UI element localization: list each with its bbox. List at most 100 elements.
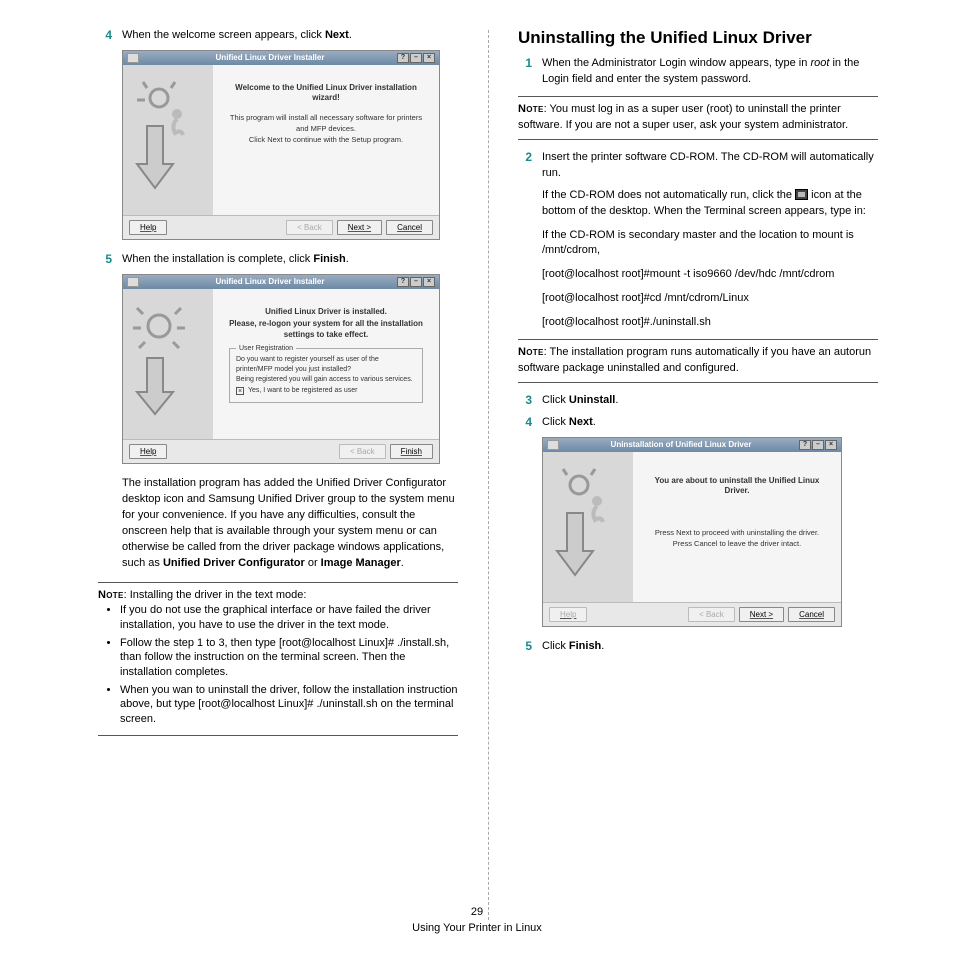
wizard-heading: Welcome to the Unified Linux Driver inst…: [223, 83, 429, 104]
command-text: [root@localhost root]#mount -t iso9660 /…: [542, 267, 878, 283]
wizard-art: [123, 65, 213, 215]
legend: User Registration: [236, 344, 296, 354]
left-column: 4 When the welcome screen appears, click…: [98, 28, 488, 746]
step-text: When the Administrator Login window appe…: [542, 56, 878, 88]
text: The installation program has added the U…: [122, 477, 455, 569]
cancel-button[interactable]: Cancel: [386, 220, 433, 235]
wizard-text: Click Next to continue with the Setup pr…: [223, 134, 429, 145]
bullet: When you wan to uninstall the driver, fo…: [120, 683, 458, 726]
window-icon: [127, 53, 139, 63]
wizard-content: You are about to uninstall the Unified L…: [633, 452, 841, 602]
help-button: Help: [549, 607, 587, 622]
step-number: 5: [518, 639, 532, 655]
bold: Finish: [569, 640, 601, 652]
step-text: Click Finish.: [542, 639, 878, 655]
button-bar: Help < Back Finish: [123, 439, 439, 463]
note-intro: : Installing the driver in the text mode…: [124, 589, 307, 601]
step-number: 4: [98, 28, 112, 44]
command-text: [root@localhost root]#cd /mnt/cdrom/Linu…: [542, 291, 878, 307]
step-1: 1 When the Administrator Login window ap…: [518, 56, 878, 88]
note-text: : The installation program runs automati…: [518, 346, 871, 374]
text: .: [401, 557, 404, 569]
maximize-icon: –: [410, 277, 422, 287]
text: When the Administrator Login window appe…: [542, 57, 810, 69]
note-block: Note: The installation program runs auto…: [518, 339, 878, 383]
step-text: Insert the printer software CD-ROM. The …: [542, 150, 878, 182]
right-column: Uninstalling the Unified Linux Driver 1 …: [488, 28, 878, 746]
installer-finish-screenshot: Unified Linux Driver Installer ? – × Uni…: [122, 274, 440, 464]
text: If the CD-ROM does not automatically run…: [542, 189, 795, 201]
bullet: If you do not use the graphical interfac…: [120, 603, 458, 632]
window-title: Unified Linux Driver Installer: [143, 53, 397, 62]
text: .: [349, 29, 352, 41]
step-4: 4 Click Next.: [518, 415, 878, 431]
step-number: 5: [98, 252, 112, 268]
titlebar: Unified Linux Driver Installer ? – ×: [123, 51, 439, 65]
reg-info: Being registered you will gain access to…: [236, 375, 416, 385]
page-footer: 29 Using Your Printer in Linux: [0, 905, 954, 936]
bold: Finish: [313, 253, 345, 265]
uninstaller-screenshot: Uninstallation of Unified Linux Driver ?…: [542, 437, 842, 627]
note-label: Note: [518, 103, 544, 115]
wizard-text: Press Next to proceed with uninstalling …: [643, 527, 831, 538]
text: When the installation is complete, click: [122, 253, 313, 265]
register-checkbox[interactable]: × Yes, I want to be registered as user: [236, 386, 416, 396]
minimize-icon: ?: [799, 440, 811, 450]
step-text: When the welcome screen appears, click N…: [122, 28, 458, 44]
button-bar: Help < Back Next > Cancel: [543, 602, 841, 626]
text: .: [346, 253, 349, 265]
minimize-icon: ?: [397, 277, 409, 287]
help-button[interactable]: Help: [129, 220, 167, 235]
bold: Image Manager: [321, 557, 401, 569]
bold: Next: [325, 29, 349, 41]
wizard-content: Unified Linux Driver is installed. Pleas…: [213, 289, 439, 439]
back-button: < Back: [339, 444, 386, 459]
command-text: [root@localhost root]#./uninstall.sh: [542, 315, 878, 331]
step-5: 5 Click Finish.: [518, 639, 878, 655]
text: When the welcome screen appears, click: [122, 29, 325, 41]
next-button[interactable]: Next >: [739, 607, 784, 622]
checkbox-label: Yes, I want to be registered as user: [248, 386, 357, 396]
titlebar: Unified Linux Driver Installer ? – ×: [123, 275, 439, 289]
finish-button[interactable]: Finish: [390, 444, 433, 459]
help-button[interactable]: Help: [129, 444, 167, 459]
text: or: [305, 557, 321, 569]
next-button[interactable]: Next >: [337, 220, 382, 235]
post-install-paragraph: The installation program has added the U…: [122, 476, 458, 572]
bullet: Follow the step 1 to 3, then type [root@…: [120, 636, 458, 679]
wizard-content: Welcome to the Unified Linux Driver inst…: [213, 65, 439, 215]
window-icon: [547, 440, 559, 450]
note-block: Note: You must log in as a super user (r…: [518, 96, 878, 140]
minimize-icon: ?: [397, 53, 409, 63]
button-bar: Help < Back Next > Cancel: [123, 215, 439, 239]
wizard-art: [123, 289, 213, 439]
indent-text: If the CD-ROM is secondary master and th…: [542, 228, 878, 260]
text: Click: [542, 394, 569, 406]
wizard-heading: You are about to uninstall the Unified L…: [643, 476, 831, 497]
terminal-icon: [795, 189, 808, 200]
section-name: Using Your Printer in Linux: [0, 921, 954, 936]
registration-fieldset: User Registration Do you want to registe…: [229, 348, 423, 403]
wizard-text: Press Cancel to leave the driver intact.: [643, 538, 831, 549]
bold: Unified Driver Configurator: [163, 557, 305, 569]
bold: Next: [569, 416, 593, 428]
cancel-button[interactable]: Cancel: [788, 607, 835, 622]
titlebar: Uninstallation of Unified Linux Driver ?…: [543, 438, 841, 452]
step-4: 4 When the welcome screen appears, click…: [98, 28, 458, 44]
step-number: 1: [518, 56, 532, 88]
step-text: Click Next.: [542, 415, 878, 431]
reg-question: Do you want to register yourself as user…: [236, 355, 416, 375]
wizard-subheading: Please, re-logon your system for all the…: [223, 319, 429, 340]
close-icon: ×: [423, 277, 435, 287]
close-icon: ×: [825, 440, 837, 450]
back-button: < Back: [286, 220, 333, 235]
italic: root: [810, 57, 829, 69]
installer-welcome-screenshot: Unified Linux Driver Installer ? – × Wel…: [122, 50, 440, 240]
window-title: Unified Linux Driver Installer: [143, 277, 397, 286]
wizard-art: [543, 452, 633, 602]
step-text: When the installation is complete, click…: [122, 252, 458, 268]
back-button: < Back: [688, 607, 735, 622]
text: Click: [542, 416, 569, 428]
text: .: [601, 640, 604, 652]
step-3: 3 Click Uninstall.: [518, 393, 878, 409]
